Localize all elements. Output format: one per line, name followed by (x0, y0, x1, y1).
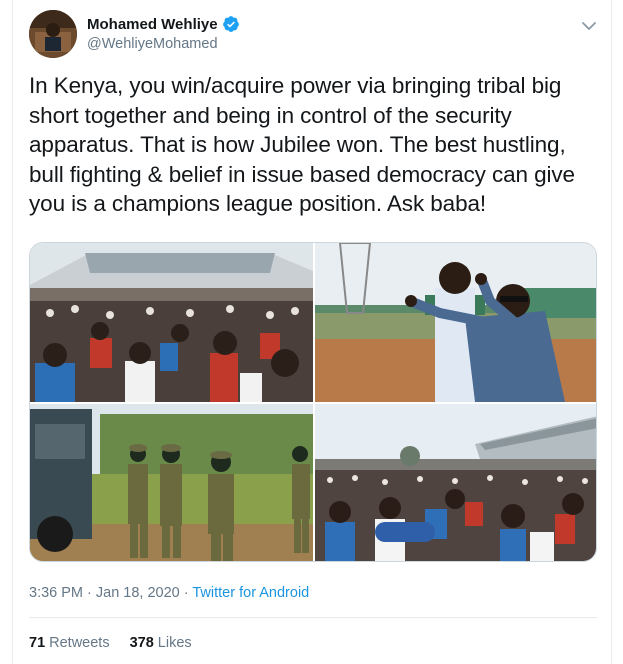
crowd-grandstand-photo[interactable] (315, 404, 596, 561)
retweets-stat[interactable]: 71 Retweets (29, 635, 110, 651)
avatar[interactable] (29, 10, 77, 58)
likes-stat[interactable]: 378 Likes (130, 635, 192, 651)
verified-badge-icon (222, 15, 240, 33)
handle[interactable]: @WehliyeMohamed (87, 36, 240, 52)
author-names: Mohamed Wehliye @WehliyeMohamed (87, 15, 240, 52)
crowd-stadium-photo[interactable] (30, 243, 313, 402)
tweet-header: Mohamed Wehliye @WehliyeMohamed (29, 10, 599, 60)
display-name[interactable]: Mohamed Wehliye (87, 15, 240, 33)
tweet-metadata: 3:36 PM · Jan 18, 2020 · Twitter for And… (29, 585, 309, 601)
display-name-text[interactable]: Mohamed Wehliye (87, 16, 218, 33)
tweet-card: Mohamed Wehliye @WehliyeMohamed In Kenya… (12, 0, 612, 664)
tweet-date[interactable]: Jan 18, 2020 (96, 585, 180, 601)
chevron-down-icon[interactable] (579, 16, 599, 36)
security-officers-photo[interactable] (30, 404, 313, 561)
tweet-time[interactable]: 3:36 PM (29, 585, 83, 601)
likes-label: Likes (157, 635, 192, 651)
tweet-source-link[interactable]: Twitter for Android (192, 585, 309, 601)
divider (29, 617, 597, 618)
tweet-stats: 71 Retweets 378 Likes (29, 635, 192, 651)
tweet-text: In Kenya, you win/acquire power via brin… (29, 73, 575, 216)
meta-separator: · (179, 585, 193, 601)
speaker-gesturing-photo[interactable] (315, 243, 596, 402)
meta-separator: · (83, 585, 96, 601)
retweets-label: Retweets (49, 635, 110, 651)
media-grid (29, 242, 597, 562)
likes-count: 378 (129, 635, 154, 651)
retweets-count: 71 (29, 635, 46, 651)
